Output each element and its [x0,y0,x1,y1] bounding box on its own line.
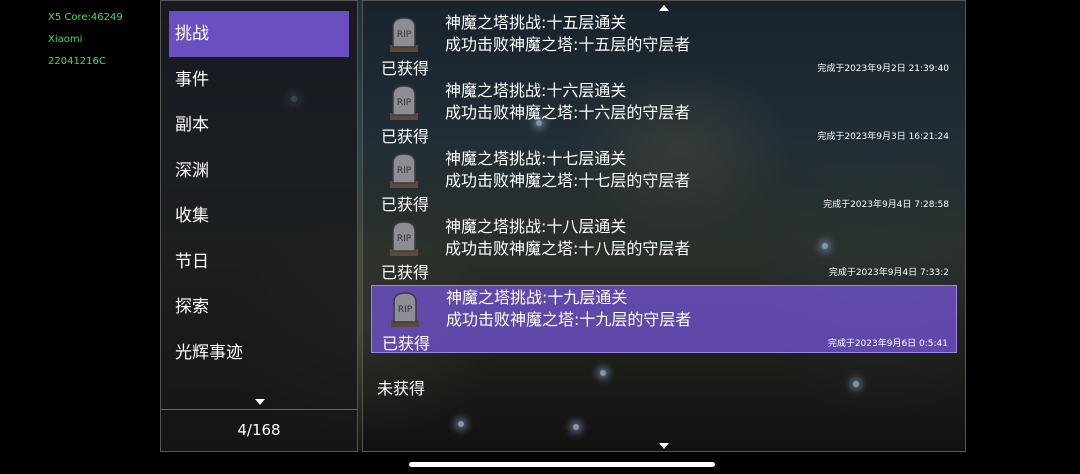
svg-text:RIP: RIP [397,234,412,244]
sidebar-divider [161,409,357,410]
svg-text:RIP: RIP [397,30,412,40]
menu-item-challenge[interactable]: 挑战 [169,11,349,57]
achievement-time: 完成于2023年9月6日 0:5:41 [827,339,948,349]
achievement-time: 完成于2023年9月2日 21:39:40 [817,64,949,74]
rip-tombstone-icon: RIP [390,17,418,52]
achievement-description: 成功击败神魔之塔:十七层的守层者 [445,171,691,190]
achievement-status: 已获得 [381,263,430,282]
debug-brand: Xiaomi [48,34,83,45]
achievement-title: 神魔之塔挑战:十八层通关 [445,217,627,236]
achievement-row[interactable]: RIP 神魔之塔挑战:十八层通关 成功击败神魔之塔:十八层的守层者 已获得 完成… [371,215,957,283]
rip-tombstone-icon: RIP [390,221,418,256]
achievement-description: 成功击败神魔之塔:十六层的守层者 [445,103,691,122]
achievement-status: 已获得 [381,127,430,146]
achievement-status: 已获得 [382,334,431,353]
achievement-status: 已获得 [381,59,430,78]
achievement-title: 神魔之塔挑战:十六层通关 [445,81,627,100]
achievement-description: 成功击败神魔之塔:十九层的守层者 [446,310,692,329]
achievement-status: 已获得 [381,195,430,214]
achievement-list[interactable]: RIP 神魔之塔挑战:十五层通关 成功击败神魔之塔:十五层的守层者 已获得 完成… [362,0,966,452]
achievement-time: 完成于2023年9月4日 7:33:2 [828,268,949,278]
menu-item-event[interactable]: 事件 [169,57,349,103]
achievement-title: 神魔之塔挑战:十九层通关 [446,288,628,307]
achievement-row[interactable]: RIP 神魔之塔挑战:十七层通关 成功击败神魔之塔:十七层的守层者 已获得 完成… [371,147,957,215]
rip-tombstone-icon: RIP [390,85,418,120]
achievement-time: 完成于2023年9月3日 16:21:24 [817,132,949,142]
rip-tombstone-icon: RIP [391,292,419,327]
achievement-row[interactable]: RIP 神魔之塔挑战:十五层通关 成功击败神魔之塔:十五层的守层者 已获得 完成… [371,11,957,79]
menu-item-dungeon[interactable]: 副本 [169,102,349,148]
achievement-row-selected[interactable]: RIP 神魔之塔挑战:十九层通关 成功击败神魔之塔:十九层的守层者 已获得 完成… [371,285,957,353]
unobtained-section-label: 未获得 [377,379,426,398]
menu-item-abyss[interactable]: 深渊 [169,148,349,194]
achievement-title: 神魔之塔挑战:十五层通关 [445,13,627,32]
menu-item-collection[interactable]: 收集 [169,193,349,239]
category-sidebar: 挑战 事件 副本 深渊 收集 节日 探索 光辉事迹 4/168 [160,0,358,452]
debug-core: X5 Core:46249 [48,12,123,23]
debug-model: 22041216C [48,56,106,67]
rip-tombstone-icon: RIP [390,153,418,188]
achievement-time: 完成于2023年9月4日 7:28:58 [823,200,949,210]
achievement-row[interactable]: RIP 神魔之塔挑战:十六层通关 成功击败神魔之塔:十六层的守层者 已获得 完成… [371,79,957,147]
svg-text:RIP: RIP [397,98,412,108]
menu-item-explore[interactable]: 探索 [169,284,349,330]
achievement-title: 神魔之塔挑战:十七层通关 [445,149,627,168]
svg-text:RIP: RIP [397,166,412,176]
menu-item-festival[interactable]: 节日 [169,239,349,285]
achievement-description: 成功击败神魔之塔:十五层的守层者 [445,35,691,54]
sidebar-scroll-down-icon[interactable] [255,399,265,405]
home-indicator-bar[interactable] [409,462,715,467]
page-counter: 4/168 [237,421,281,439]
svg-text:RIP: RIP [398,305,413,315]
achievement-description: 成功击败神魔之塔:十八层的守层者 [445,239,691,258]
menu-item-glory[interactable]: 光辉事迹 [169,330,349,376]
list-scroll-down-icon[interactable] [659,443,669,449]
